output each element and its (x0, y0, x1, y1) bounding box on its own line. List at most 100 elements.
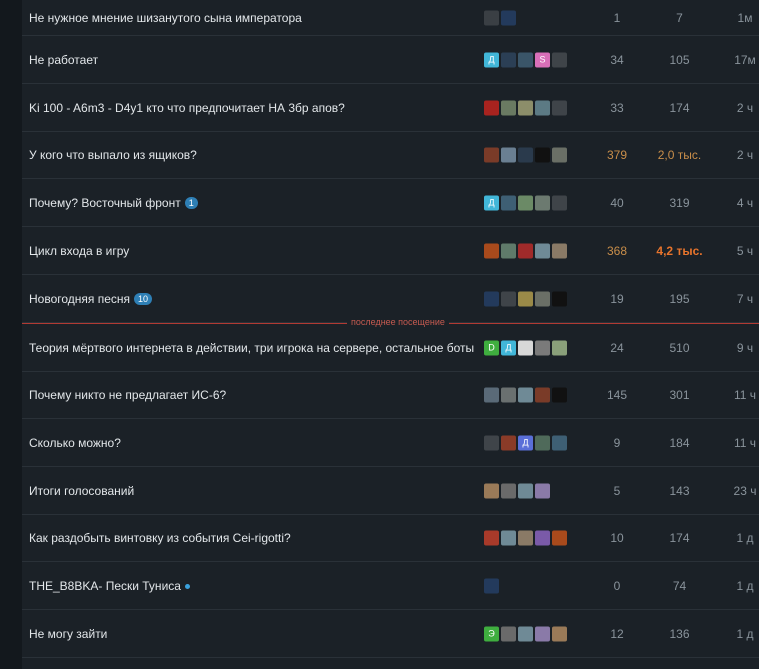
topic-title-link[interactable]: Теория мёртвого интернета в действии, тр… (29, 341, 474, 355)
avatar[interactable]: S (535, 52, 550, 67)
avatar[interactable] (501, 243, 516, 258)
activity-time-link[interactable]: 5 ч (722, 244, 759, 258)
topic-title-link[interactable]: Новогодняя песня 10 (29, 292, 153, 306)
avatar[interactable] (535, 530, 550, 546)
topic-row[interactable]: Не могу зайти Э 12 136 1 д (22, 610, 759, 658)
avatar[interactable] (535, 387, 550, 403)
avatar[interactable] (518, 195, 533, 210)
topic-title-link[interactable]: Не работает (29, 53, 98, 67)
avatar[interactable] (552, 340, 567, 355)
avatar[interactable] (535, 435, 550, 450)
activity-time-link[interactable]: 11 ч (722, 436, 759, 450)
avatar[interactable] (484, 387, 499, 403)
avatar[interactable] (552, 100, 567, 115)
topic-row[interactable]: У кого что выпало из ящиков? 379 2,0 тыс. 2… (22, 132, 759, 179)
avatar[interactable] (484, 483, 499, 498)
topic-title-link[interactable]: Почему никто не предлагает ИС-6? (29, 388, 226, 402)
avatar[interactable] (518, 483, 533, 498)
topic-row[interactable]: Не нужное мнение шизанутого сына императ… (22, 0, 759, 36)
topic-row[interactable]: THE_B8BKA- Пески Туниса 0 74 1 д (22, 562, 759, 610)
avatar[interactable]: Д (484, 195, 499, 210)
activity-time-link[interactable]: 17м (722, 53, 759, 67)
avatar[interactable] (552, 147, 567, 163)
avatar[interactable] (518, 626, 533, 641)
avatar[interactable] (552, 387, 567, 403)
avatar[interactable] (552, 435, 567, 450)
avatar[interactable] (501, 530, 516, 546)
topic-title-link[interactable]: Как раздобыть винтовку из события Cei-ri… (29, 531, 291, 545)
activity-time-link[interactable]: 2 ч (722, 101, 759, 115)
avatar[interactable] (484, 243, 499, 258)
avatar[interactable] (552, 530, 567, 546)
avatar[interactable] (484, 530, 499, 546)
topic-title-link[interactable]: Цикл входа в игру (29, 244, 129, 258)
avatar[interactable] (518, 291, 533, 306)
avatar[interactable] (484, 100, 499, 115)
topic-title-link[interactable]: Ki 100 - A6m3 - D4y1 кто что предпочитае… (29, 101, 345, 115)
activity-time-link[interactable]: 7 ч (722, 292, 759, 306)
activity-time-link[interactable]: 23 ч (722, 484, 759, 498)
avatar[interactable] (535, 483, 550, 498)
avatar[interactable] (552, 52, 567, 67)
avatar[interactable] (501, 195, 516, 210)
avatar[interactable] (535, 195, 550, 210)
unread-count-badge[interactable]: 10 (134, 292, 153, 305)
avatar[interactable] (501, 483, 516, 498)
avatar[interactable]: Э (484, 626, 499, 641)
topic-title-link[interactable]: У кого что выпало из ящиков? (29, 148, 197, 162)
activity-time-link[interactable]: 1м (722, 11, 759, 25)
avatar[interactable] (535, 626, 550, 641)
avatar[interactable] (518, 243, 533, 258)
topic-title-link[interactable]: THE_B8BKA- Пески Туниса (29, 579, 190, 593)
topic-row[interactable]: Почему никто не предлагает ИС-6? 145 301 11… (22, 372, 759, 419)
avatar[interactable] (501, 387, 516, 403)
avatar[interactable] (518, 530, 533, 546)
topic-row[interactable]: Ki 100 - A6m3 - D4y1 кто что предпочитае… (22, 84, 759, 132)
activity-time-link[interactable]: 9 ч (722, 341, 759, 355)
topic-title-link[interactable]: Почему? Восточный фронт 1 (29, 196, 198, 210)
avatar[interactable] (501, 435, 516, 450)
avatar[interactable] (484, 578, 499, 593)
topic-row[interactable]: Сколько можно? Д 9 184 11 ч (22, 419, 759, 467)
topic-row[interactable]: Теория мёртвого интернета в действии, тр… (22, 324, 759, 372)
avatar[interactable] (535, 100, 550, 115)
activity-time-link[interactable]: 1 д (722, 579, 759, 593)
topic-title-link[interactable]: Итоги голосований (29, 484, 134, 498)
avatar[interactable] (484, 435, 499, 450)
avatar[interactable] (535, 243, 550, 258)
topic-title-link[interactable]: Не нужное мнение шизанутого сына императ… (29, 11, 302, 25)
avatar[interactable] (552, 195, 567, 210)
topic-row[interactable]: Не работает Д S 34 105 17м (22, 36, 759, 84)
avatar[interactable] (501, 100, 516, 115)
avatar[interactable] (501, 626, 516, 641)
activity-time-link[interactable]: 2 ч (722, 148, 759, 162)
activity-time-link[interactable]: 4 ч (722, 196, 759, 210)
avatar[interactable] (518, 52, 533, 67)
topic-row[interactable]: Цикл входа в игру 368 4,2 тыс. 5 ч (22, 227, 759, 275)
activity-time-link[interactable]: 11 ч (722, 388, 759, 402)
topic-title-link[interactable]: Сколько можно? (29, 436, 121, 450)
avatar[interactable] (552, 626, 567, 641)
avatar[interactable] (501, 147, 516, 163)
avatar[interactable] (535, 340, 550, 355)
topic-row[interactable]: Почему? Восточный фронт 1 Д 40 319 4 ч (22, 179, 759, 227)
avatar[interactable] (552, 243, 567, 258)
avatar[interactable] (552, 291, 567, 306)
avatar[interactable] (501, 10, 516, 25)
topic-title-link[interactable]: Не могу зайти (29, 627, 107, 641)
avatar[interactable] (535, 147, 550, 163)
avatar[interactable] (484, 147, 499, 163)
avatar[interactable] (484, 10, 499, 25)
avatar[interactable]: Д (484, 52, 499, 67)
avatar[interactable] (518, 387, 533, 403)
topic-row[interactable]: Новогодняя песня 10 19 195 7 ч (22, 275, 759, 323)
avatar[interactable] (518, 100, 533, 115)
avatar[interactable] (518, 340, 533, 355)
avatar[interactable] (501, 52, 516, 67)
activity-time-link[interactable]: 1 д (722, 531, 759, 545)
avatar[interactable] (518, 147, 533, 163)
avatar[interactable] (535, 291, 550, 306)
avatar[interactable] (501, 291, 516, 306)
avatar[interactable] (484, 291, 499, 306)
topic-row[interactable]: Итоги голосований 5 143 23 ч (22, 467, 759, 515)
